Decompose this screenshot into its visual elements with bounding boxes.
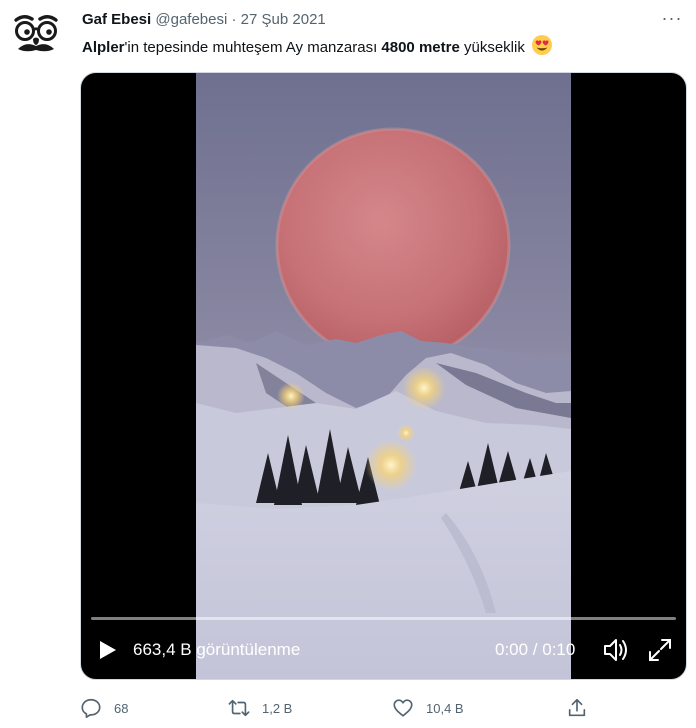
heart-icon <box>393 699 413 717</box>
tweet-date[interactable]: 27 Şub 2021 <box>241 11 326 28</box>
separator-dot: · <box>231 11 237 28</box>
retweet-button[interactable]: 1,2 B <box>228 694 292 722</box>
play-icon[interactable] <box>95 638 119 662</box>
video-controls: 663,4 B görüntülenme 0:00 / 0:10 <box>81 623 686 679</box>
text-part-1: 'in tepesinde muhteşem Ay manzarası <box>124 39 382 56</box>
tweet-text: Alpler'in tepesinde muhteşem Ay manzaras… <box>82 34 676 63</box>
like-button[interactable]: 10,4 B <box>392 694 464 722</box>
retweet-icon <box>228 699 250 717</box>
avatar[interactable] <box>10 8 62 60</box>
author-handle[interactable]: @gafebesi <box>155 11 227 28</box>
fullscreen-icon[interactable] <box>647 637 673 663</box>
heart-eyes-emoji-icon <box>531 34 553 63</box>
tweet-header: Gaf Ebesi @gafebesi · 27 Şub 2021 <box>82 10 646 30</box>
reply-icon <box>81 698 101 718</box>
like-count: 10,4 B <box>426 700 464 716</box>
reply-button[interactable]: 68 <box>80 694 128 722</box>
author-name[interactable]: Gaf Ebesi <box>82 11 151 28</box>
text-part-2: yükseklik <box>459 39 525 56</box>
share-icon <box>568 698 586 717</box>
view-count: 663,4 B görüntülenme <box>133 640 301 659</box>
glasses-mustache-icon <box>14 15 58 52</box>
video-player[interactable]: 663,4 B görüntülenme 0:00 / 0:10 <box>80 72 687 680</box>
video-progress-track[interactable] <box>91 617 676 620</box>
share-button[interactable] <box>566 694 588 722</box>
tweet: Gaf Ebesi @gafebesi · 27 Şub 2021 ··· Al… <box>0 0 696 728</box>
text-bold-alpler: Alpler <box>82 39 125 56</box>
video-frame[interactable] <box>196 73 571 680</box>
video-time: 0:00 / 0:10 <box>495 640 576 659</box>
volume-icon[interactable] <box>602 637 630 663</box>
tweet-actions: 68 1,2 B 10,4 B <box>76 694 676 722</box>
text-bold-altitude: 4800 metre <box>381 39 460 56</box>
more-options-icon[interactable]: ··· <box>660 8 684 32</box>
retweet-count: 1,2 B <box>262 700 293 716</box>
reply-count: 68 <box>114 700 129 716</box>
